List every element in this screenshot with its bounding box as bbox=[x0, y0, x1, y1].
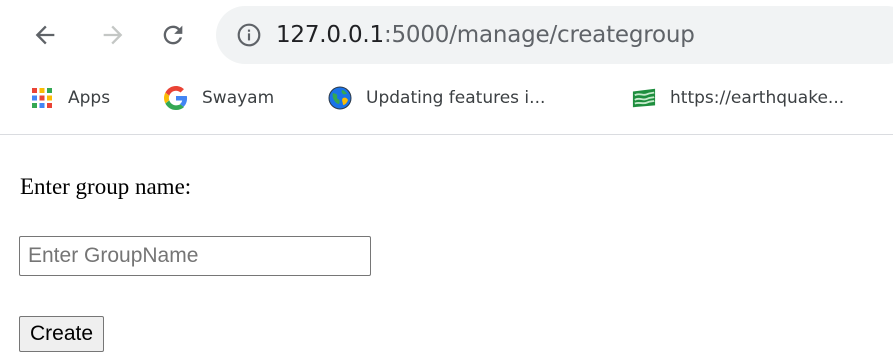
bookmark-label: Apps bbox=[68, 88, 111, 108]
apps-grid-icon bbox=[30, 86, 54, 110]
browser-chrome: 127.0.0.1:5000/manage/creategroup Apps S… bbox=[0, 0, 893, 136]
create-button[interactable]: Create bbox=[19, 316, 105, 352]
globe-icon bbox=[328, 86, 352, 110]
browser-toolbar: 127.0.0.1:5000/manage/creategroup bbox=[0, 0, 893, 72]
arrow-left-icon bbox=[35, 25, 55, 45]
arrow-right-icon bbox=[103, 25, 123, 45]
url-text[interactable]: 127.0.0.1:5000/manage/creategroup bbox=[276, 19, 695, 51]
address-bar[interactable]: 127.0.0.1:5000/manage/creategroup bbox=[216, 6, 893, 64]
bookmark-updating-features[interactable]: Updating features i... bbox=[328, 78, 545, 118]
url-host: 127.0.0.1 bbox=[276, 22, 384, 48]
bookmark-apps[interactable]: Apps bbox=[30, 78, 110, 118]
back-button[interactable] bbox=[27, 17, 63, 53]
reload-button[interactable] bbox=[155, 17, 191, 53]
reload-icon bbox=[163, 25, 183, 45]
google-g-icon bbox=[164, 86, 188, 110]
info-circle-icon[interactable] bbox=[236, 22, 262, 48]
bookmark-earthquake[interactable]: https://earthquake... bbox=[632, 78, 893, 118]
url-path: :5000/manage/creategroup bbox=[383, 22, 695, 48]
bookmark-swayam[interactable]: Swayam bbox=[164, 78, 274, 118]
toolbar-divider bbox=[0, 134, 893, 135]
map-icon bbox=[632, 86, 656, 110]
page-content: Enter group name: Create bbox=[0, 136, 893, 352]
bookmark-label: Updating features i... bbox=[366, 88, 546, 108]
bookmark-label: https://earthquake... bbox=[670, 88, 845, 108]
forward-button[interactable] bbox=[95, 17, 131, 53]
group-name-label: Enter group name: bbox=[20, 174, 192, 199]
bookmark-label: Swayam bbox=[202, 88, 275, 108]
bookmarks-bar: Apps Swayam Updating features i... https… bbox=[0, 78, 893, 118]
group-name-input[interactable] bbox=[19, 236, 371, 276]
